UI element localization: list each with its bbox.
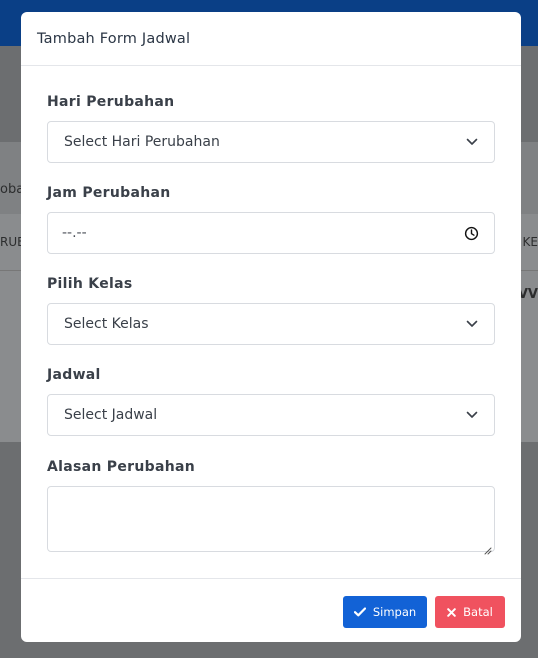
modal-title: Tambah Form Jadwal <box>37 30 191 47</box>
modal-header: Tambah Form Jadwal <box>21 12 521 66</box>
chevron-down-icon <box>466 320 494 328</box>
chevron-down-icon <box>466 411 494 419</box>
hari-perubahan-value: Select Hari Perubahan <box>64 134 220 150</box>
save-button-label: Simpan <box>372 605 417 619</box>
save-button[interactable]: Simpan <box>343 596 427 628</box>
modal-body: Hari Perubahan Select Hari Perubahan Jam… <box>21 66 521 578</box>
check-icon <box>353 607 366 617</box>
resize-grip-icon[interactable] <box>483 540 519 576</box>
jam-perubahan-label: Jam Perubahan <box>47 185 171 201</box>
pilih-kelas-label: Pilih Kelas <box>47 276 133 292</box>
hari-perubahan-select[interactable]: Select Hari Perubahan <box>47 121 495 163</box>
modal-footer: Simpan Batal <box>21 578 521 642</box>
jadwal-value: Select Jadwal <box>64 407 158 423</box>
alasan-perubahan-textarea[interactable] <box>47 486 495 552</box>
jam-perubahan-value: --.-- <box>62 225 87 241</box>
background-text-fragment: KE <box>522 235 538 249</box>
form-modal: Tambah Form Jadwal Hari Perubahan Select… <box>21 12 521 642</box>
jadwal-select[interactable]: Select Jadwal <box>47 394 495 436</box>
pilih-kelas-value: Select Kelas <box>64 316 149 332</box>
chevron-down-icon <box>466 138 494 146</box>
cancel-button[interactable]: Batal <box>435 596 505 628</box>
hari-perubahan-label: Hari Perubahan <box>47 94 175 110</box>
cancel-button-label: Batal <box>463 605 493 619</box>
jam-perubahan-input[interactable]: --.-- <box>47 212 495 254</box>
close-icon <box>447 607 456 617</box>
jadwal-label: Jadwal <box>47 367 101 383</box>
alasan-perubahan-label: Alasan Perubahan <box>47 459 195 475</box>
clock-icon[interactable] <box>464 226 494 241</box>
pilih-kelas-select[interactable]: Select Kelas <box>47 303 495 345</box>
